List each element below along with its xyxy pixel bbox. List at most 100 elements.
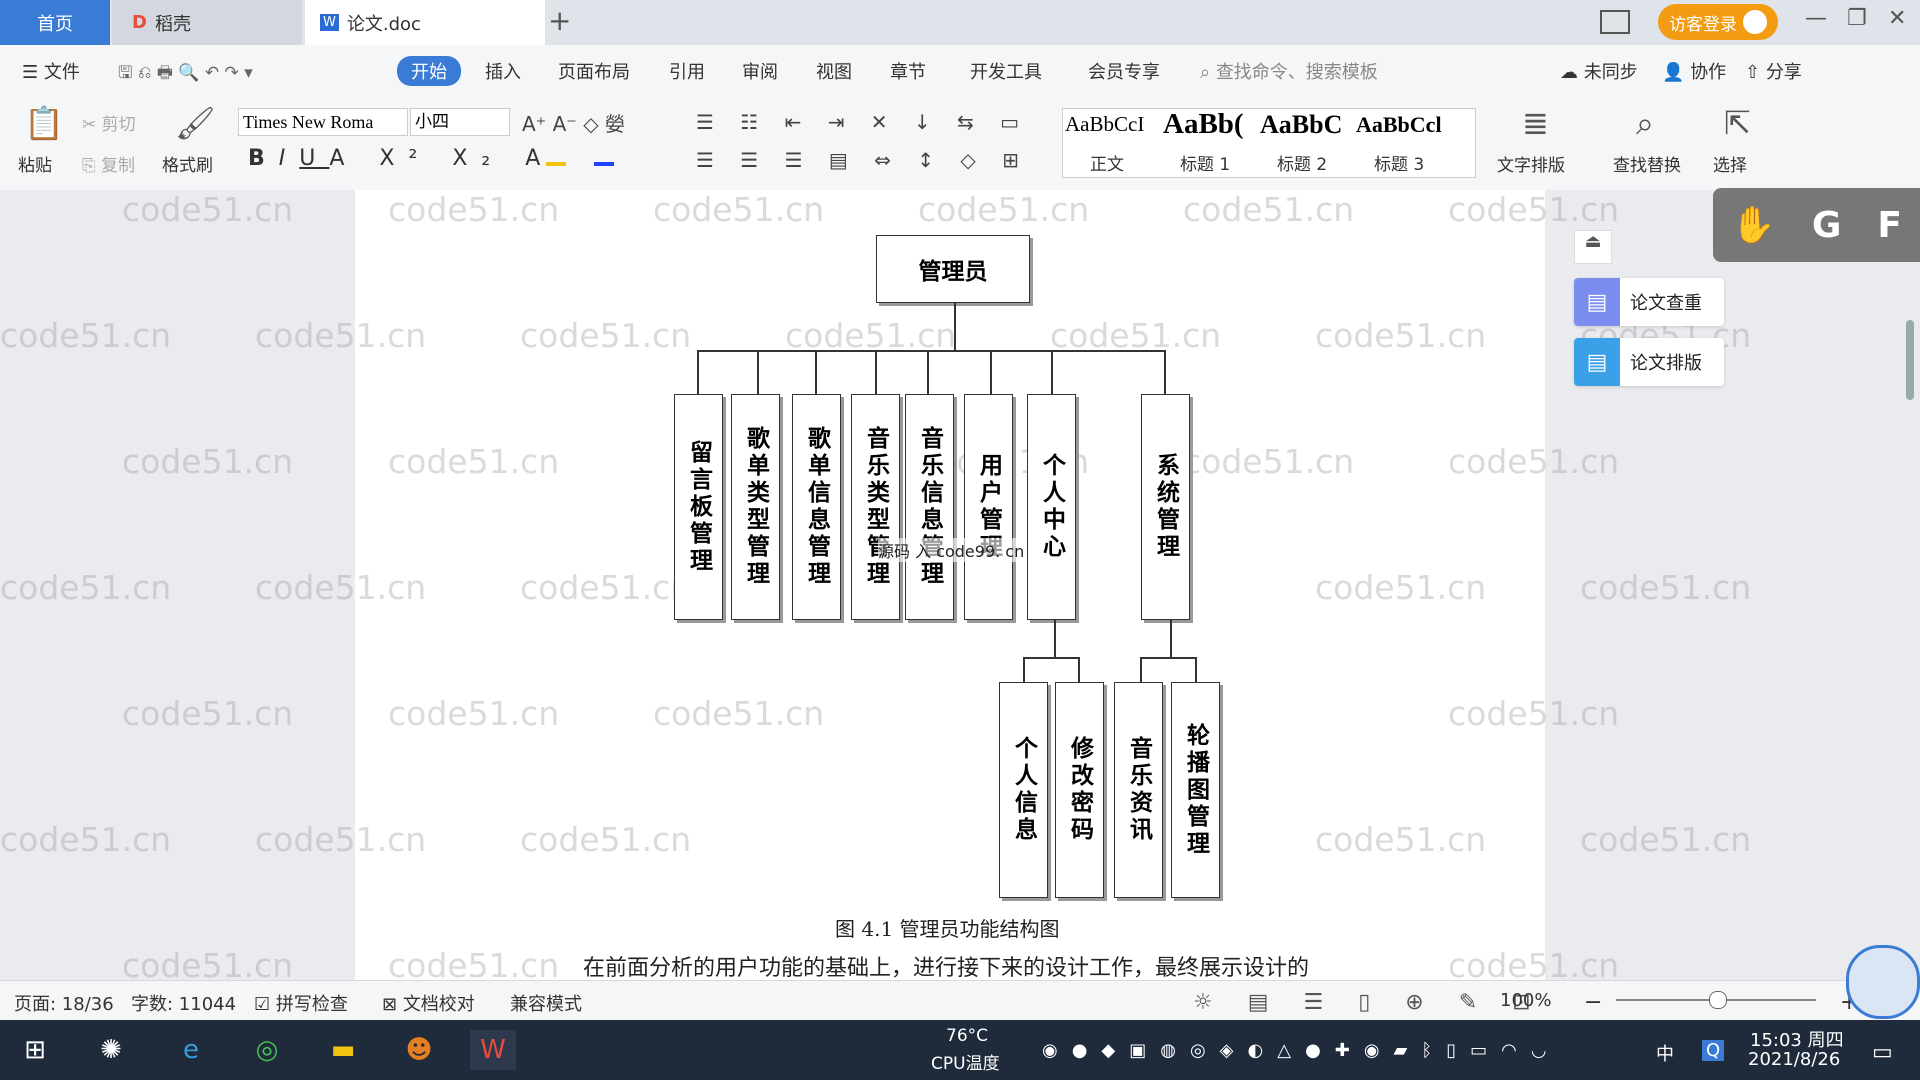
style-heading2-sample[interactable]: AaBbC	[1260, 110, 1342, 140]
zoom-level[interactable]: 100%	[1500, 990, 1551, 1011]
assistant-avatar[interactable]	[1846, 945, 1920, 1019]
menu-developer[interactable]: 开发工具	[970, 58, 1042, 84]
hand-icon[interactable]: ✋	[1731, 204, 1776, 246]
watermark: code51.cn	[520, 568, 692, 607]
style-heading1-sample[interactable]: AaBb(	[1163, 108, 1244, 141]
font-color-icon[interactable]	[594, 162, 614, 166]
app-face-icon[interactable]: ☻	[396, 1030, 442, 1070]
cursor-icon[interactable]: ⇱	[1724, 104, 1751, 142]
text-layout-icon[interactable]: ≣	[1522, 104, 1549, 142]
magnifier-icon[interactable]: ⌕	[1636, 104, 1654, 143]
node-system-management: 系统管理	[1141, 394, 1190, 620]
format-painter-icon[interactable]: 🖌	[175, 104, 216, 142]
notification-icon[interactable]: ▭	[1872, 1040, 1893, 1065]
visitor-login-button[interactable]: 访客登录	[1658, 4, 1778, 40]
style-normal-sample[interactable]: AaBbCcI	[1065, 112, 1144, 137]
watermark: code51.cn	[255, 316, 427, 355]
minimize-icon[interactable]: —	[1805, 6, 1827, 31]
vertical-scrollbar-thumb[interactable]	[1906, 320, 1914, 400]
node-personal-center: 个人中心	[1027, 394, 1076, 620]
system-tray-icons[interactable]: ◉●◆▣◍◎◈◐△●✚◉▰ᛒ▯▭◠◡	[1042, 1040, 1561, 1061]
menu-file-label: 文件	[43, 62, 80, 83]
file-explorer-icon[interactable]: ▬	[320, 1030, 366, 1070]
paragraph-align-icons[interactable]: ☰ ☰ ☰ ▤ ⇔ ↕ ◇ ⊞	[696, 148, 1029, 172]
close-icon[interactable]: ✕	[1888, 6, 1906, 31]
watermark: code51.cn	[1448, 442, 1620, 481]
command-search[interactable]: ⌕ 查找命令、搜索模板	[1200, 58, 1378, 84]
watermark: code51.cn	[520, 316, 692, 355]
menu-chapter[interactable]: 章节	[890, 58, 926, 84]
page-indicator[interactable]: 页面: 18/36	[14, 990, 114, 1016]
text-format-icons[interactable]: BIUA X² X₂ A	[248, 146, 554, 171]
zoom-slider-thumb[interactable]	[1709, 991, 1727, 1009]
copy-button[interactable]: ⎘ 复制	[82, 151, 135, 176]
sync-button[interactable]: ☁ 未同步	[1560, 58, 1638, 84]
word-count[interactable]: 字数: 11044	[131, 990, 236, 1016]
font-family-select[interactable]: Times New Roma	[238, 108, 408, 136]
collab-button[interactable]: 👤 协作	[1662, 58, 1726, 84]
cut-button[interactable]: ✂ 剪切	[82, 110, 136, 135]
connector	[1140, 657, 1142, 682]
connector	[1078, 657, 1080, 682]
clock-date[interactable]: 2021/8/26	[1748, 1049, 1840, 1070]
new-tab-button[interactable]: +	[548, 4, 571, 37]
collapse-panel-icon[interactable]: ⏏	[1574, 230, 1612, 264]
highlight-color-icon[interactable]	[546, 162, 566, 166]
paper-layout-button[interactable]: ▤ 论文排版	[1574, 338, 1724, 386]
input-method-indicator[interactable]: 中	[1656, 1040, 1674, 1066]
tab-daoke[interactable]: D 稻壳	[112, 0, 302, 45]
list-indent-icons[interactable]: ☰ ☷ ⇤ ⇥ ✕ ↓ ⇆ ▭	[696, 110, 1029, 134]
windows-start-icon[interactable]: ⊞	[12, 1030, 58, 1070]
select-button[interactable]: 选择	[1713, 151, 1747, 176]
spell-check-button[interactable]: ☑ 拼写检查	[254, 990, 348, 1016]
collab-label: 协作	[1690, 62, 1727, 83]
menu-page-layout[interactable]: 页面布局	[558, 58, 630, 84]
font-grow-shrink-icons[interactable]: A⁺ A⁻ ◇ 嫈	[522, 108, 625, 137]
text-layout-button[interactable]: 文字排版	[1497, 151, 1565, 176]
floatbar-f[interactable]: F	[1877, 205, 1902, 246]
restore-icon[interactable]: ❐	[1847, 6, 1867, 31]
menu-start[interactable]: 开始	[397, 56, 461, 86]
menu-member[interactable]: 会员专享	[1088, 58, 1160, 84]
connector	[1051, 350, 1053, 394]
watermark: code51.cn	[1448, 694, 1620, 733]
share-label: 分享	[1765, 62, 1802, 83]
qq-tray-icon[interactable]: Q	[1702, 1040, 1725, 1061]
tab-document[interactable]: W 论文.doc	[305, 0, 545, 45]
plagiarism-check-button[interactable]: ▤ 论文查重	[1574, 278, 1724, 326]
menu-file[interactable]: ☰ 文件	[22, 58, 80, 84]
wps-app-icon[interactable]: W	[470, 1030, 516, 1070]
node-message-board: 留言板管理	[674, 394, 723, 620]
browser-360-icon[interactable]: ◎	[244, 1030, 290, 1070]
watermark: code51.cn	[918, 190, 1090, 229]
watermark: code51.cn	[1315, 568, 1487, 607]
proofread-button[interactable]: ⊠ 文档校对	[382, 990, 475, 1016]
quick-access-icons[interactable]: 🖫 ⎌ 🖶 🔍 ↶ ↷ ▾	[118, 60, 253, 89]
paste-button[interactable]: 粘贴	[18, 151, 52, 176]
format-painter-button[interactable]: 格式刷	[162, 151, 213, 176]
menu-reference[interactable]: 引用	[669, 58, 705, 84]
tab-home[interactable]: 首页	[0, 0, 110, 45]
app-fan-icon[interactable]: ✺	[88, 1030, 134, 1070]
share-button[interactable]: ⇧ 分享	[1745, 58, 1802, 84]
floating-toolbar[interactable]: ✋ G F	[1713, 188, 1920, 262]
copy-label: 复制	[101, 156, 136, 176]
font-size-select[interactable]: 小四	[410, 108, 510, 136]
watermark: code51.cn	[1580, 568, 1752, 607]
paste-icon[interactable]: 📋	[24, 104, 64, 142]
compat-mode: 兼容模式	[510, 994, 582, 1015]
find-replace-button[interactable]: 查找替换	[1613, 151, 1681, 176]
menu-insert[interactable]: 插入	[485, 58, 521, 84]
view-mode-icons[interactable]: ☼ ▤ ☰ ▯ ⊕ ✎ ⊡	[1193, 990, 1545, 1015]
menu-review[interactable]: 审阅	[742, 58, 778, 84]
ie-browser-icon[interactable]: e	[168, 1030, 214, 1070]
floatbar-g[interactable]: G	[1812, 205, 1842, 246]
style-heading3-sample[interactable]: AaBbCcl	[1356, 112, 1442, 138]
layout-toggle-icon[interactable]	[1600, 10, 1630, 34]
menu-view[interactable]: 视图	[816, 58, 852, 84]
watermark: code51.cn	[388, 442, 560, 481]
watermark: code51.cn	[1183, 190, 1355, 229]
watermark: code51.cn	[388, 694, 560, 733]
zoom-out-icon[interactable]: −	[1584, 990, 1602, 1015]
diagram-root-node: 管理员	[876, 235, 1030, 303]
